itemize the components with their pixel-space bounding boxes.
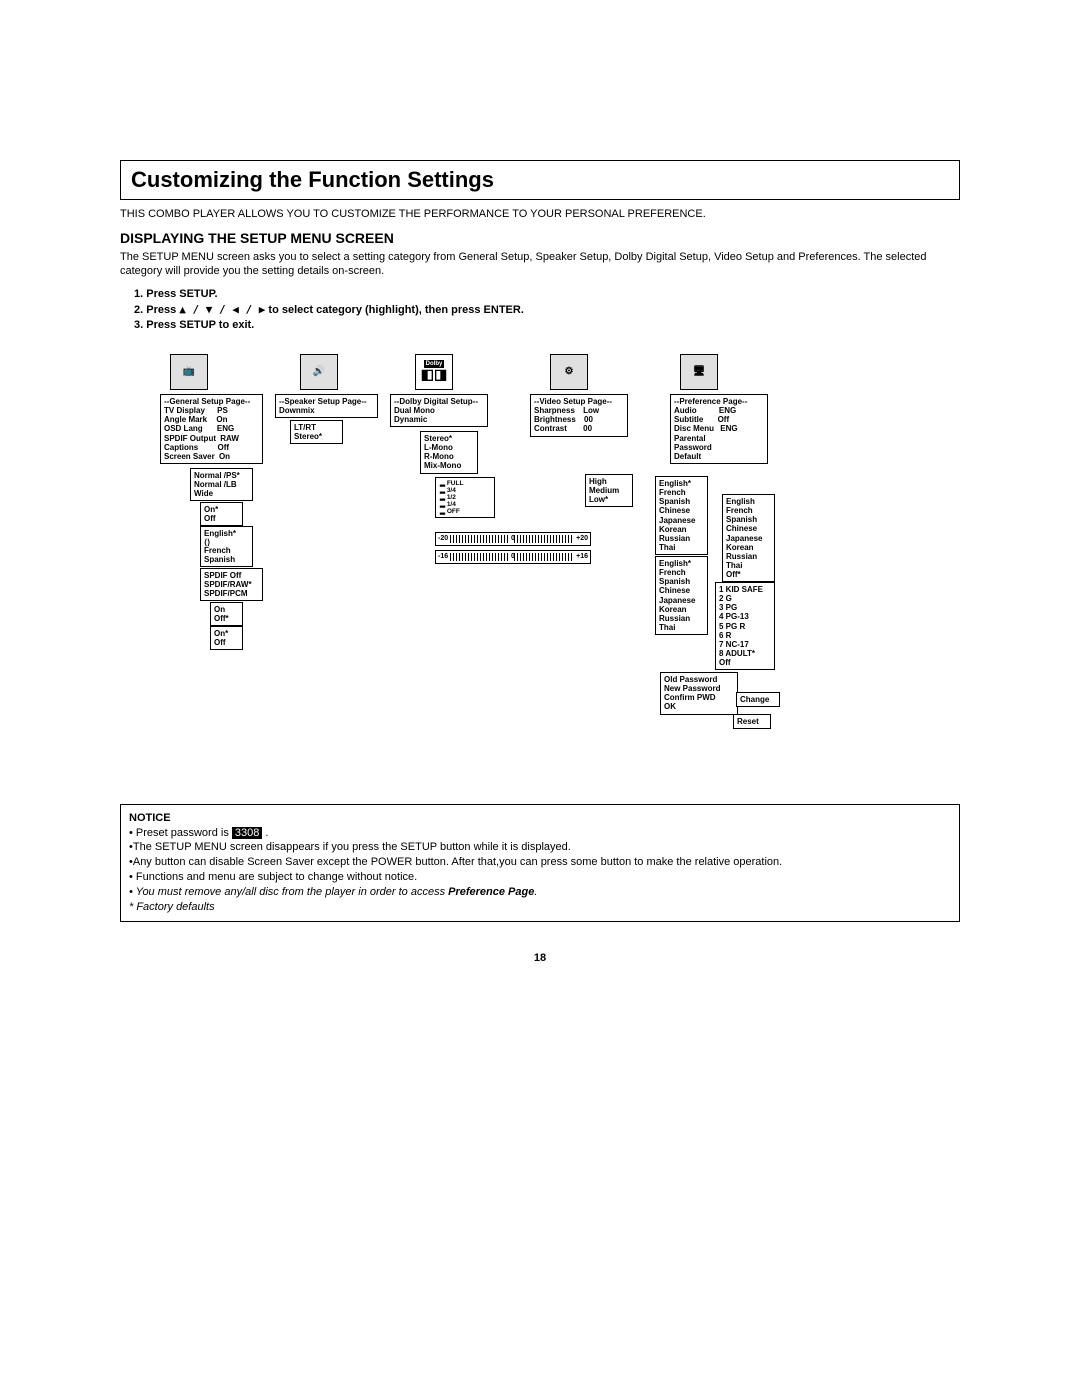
page-title: Customizing the Function Settings [131, 167, 949, 193]
reset-button[interactable]: Reset [733, 714, 771, 729]
notice-line-2: •The SETUP MENU screen disappears if you… [129, 840, 951, 855]
angle-mark-options: On*Off [200, 502, 243, 526]
step-3: 3. Press SETUP to exit. [134, 318, 960, 333]
dolby-icon: Dolby ◧◨ [415, 354, 453, 390]
tv-icon: 📺 [170, 354, 208, 390]
video-setup-page: --Video Setup Page-- Sharpness Low Brigh… [530, 394, 628, 437]
document-page: Customizing the Function Settings THIS C… [120, 0, 960, 964]
disc-menu-options: English*FrenchSpanishChineseJapaneseKore… [655, 556, 708, 636]
audio-lang-options: English*FrenchSpanishChineseJapaneseKore… [655, 476, 708, 556]
sharpness-options: HighMediumLow* [585, 474, 633, 508]
dolby-setup-page: --Dolby Digital Setup-- Dual Mono Dynami… [390, 394, 488, 428]
general-setup-page: --General Setup Page-- TV Display PS Ang… [160, 394, 263, 464]
screen-saver-options: On*Off [210, 626, 243, 650]
speaker-icon: 🔊 [300, 354, 338, 390]
step-1: 1. Press SETUP. [134, 287, 960, 302]
video-icon: ⚙ [550, 354, 588, 390]
item-tv-display: TV Display PS [164, 406, 259, 415]
captions-options: OnOff* [210, 602, 243, 626]
spdif-options: SPDIF OffSPDIF/RAW*SPDIF/PCM [200, 568, 263, 602]
notice-box: NOTICE • Preset password is 3308 . •The … [120, 804, 960, 922]
tv-display-options: Normal /PS*Normal /LBWide [190, 468, 253, 502]
notice-line-4: • Functions and menu are subject to chan… [129, 870, 951, 885]
notice-line-5: • You must remove any/all disc from the … [129, 885, 951, 900]
notice-line-3: •Any button can disable Screen Saver exc… [129, 855, 951, 870]
step-2: 2. Press ▲ / ▼ / ◀ / ▶ to select categor… [134, 302, 960, 318]
brightness-slider[interactable]: -200+20 [435, 532, 591, 546]
contrast-slider[interactable]: -160+16 [435, 550, 591, 564]
step-list: 1. Press SETUP. 2. Press ▲ / ▼ / ◀ / ▶ t… [120, 287, 960, 334]
arrow-icons: ▲ / ▼ / ◀ / ▶ [179, 303, 265, 316]
change-button[interactable]: Change [736, 692, 780, 707]
intro-text: THIS COMBO PLAYER ALLOWS YOU TO CUSTOMIZ… [120, 208, 960, 220]
preference-icon: 🖥 [680, 354, 718, 390]
dual-mono-options: Stereo*L-MonoR-MonoMix-Mono [420, 431, 478, 474]
title-box: Customizing the Function Settings [120, 160, 960, 200]
downmix-options: LT/RTStereo* [290, 420, 343, 444]
speaker-setup-page: --Speaker Setup Page-- Downmix [275, 394, 378, 418]
password-box: Old PasswordNew PasswordConfirm PWD OK [660, 672, 738, 715]
section-description: The SETUP MENU screen asks you to select… [120, 250, 960, 279]
preference-page: --Preference Page-- Audio ENG Subtitle O… [670, 394, 768, 464]
parental-options: 1 KID SAFE2 G3 PG4 PG-135 PG R6 R7 NC-17… [715, 582, 775, 671]
notice-line-6: * Factory defaults [129, 900, 951, 915]
notice-line-1: • Preset password is 3308 . [129, 826, 951, 841]
subtitle-options: EnglishFrenchSpanishChineseJapaneseKorea… [722, 494, 775, 583]
menu-tree-diagram: 📺 🔊 Dolby ◧◨ ⚙ 🖥 --General Setup Page-- … [160, 354, 960, 774]
section-heading: DISPLAYING THE SETUP MENU SCREEN [120, 230, 960, 246]
osd-lang-options: English*⟨⟩FrenchSpanish [200, 526, 253, 568]
page-number: 18 [120, 952, 960, 964]
preset-password: 3308 [232, 827, 262, 839]
dynamic-scale: ▂ FULL ▂ 3/4 ▂ 1/2 ▂ 1/4 ▂ OFF [435, 477, 495, 519]
